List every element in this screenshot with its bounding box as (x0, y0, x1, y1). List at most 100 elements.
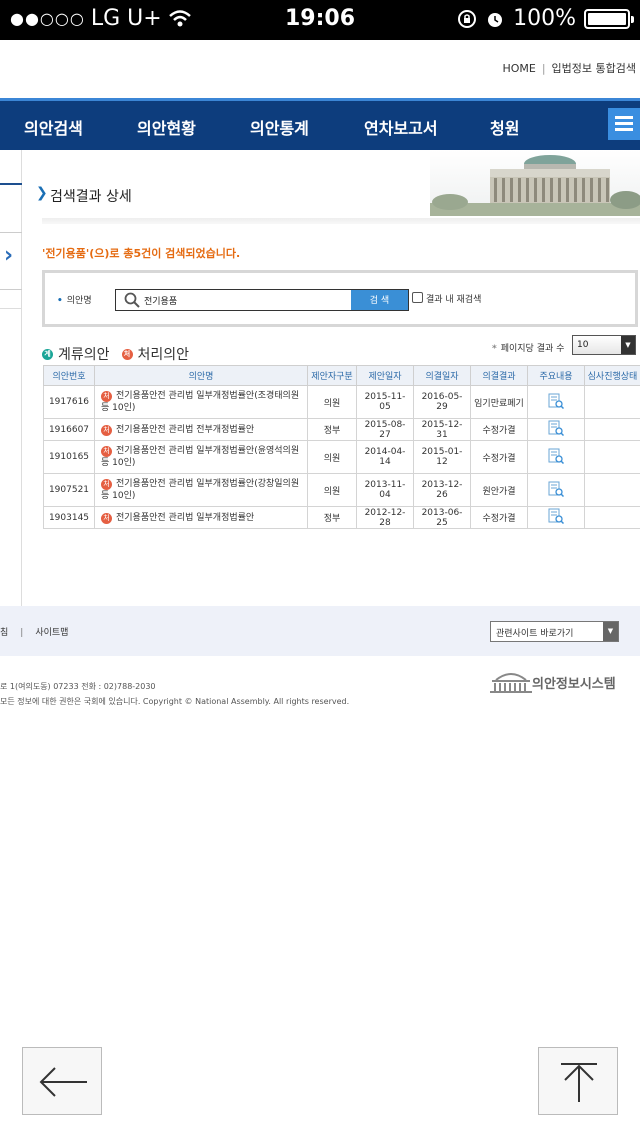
review-status (584, 506, 640, 529)
nav-item-petition[interactable]: 청원 (490, 115, 519, 139)
summary-cell (527, 473, 585, 507)
column-header: 의안명 (94, 365, 308, 386)
divider (0, 308, 22, 309)
proposed-date: 2012-12-28 (356, 506, 414, 529)
processed-badge-icon: 처 (101, 391, 112, 402)
review-status (584, 473, 640, 507)
document-search-icon[interactable] (548, 420, 564, 436)
left-panel: › (0, 150, 22, 606)
table-row: 1917616 처 전기용품안전 관리법 일부개정법률안(조경태의원 등 10인)… (43, 385, 640, 419)
per-page-select[interactable]: 10 ▼ (572, 335, 636, 355)
title-bullet-icon: ❯ (36, 185, 48, 201)
table-row: 1910165 처 전기용품안전 관리법 일부개정법률안(윤영석의원 등 10인)… (43, 440, 640, 474)
per-page-label-text: 페이지당 결과 수 (500, 344, 565, 354)
decided-date: 2016-05-29 (413, 385, 471, 419)
footer-separator: | (20, 628, 24, 638)
nav-item-bill-status[interactable]: 의안현황 (137, 115, 196, 139)
search-within-label: 결과 내 재검색 (426, 295, 482, 305)
footer-link-policy[interactable]: 침 (0, 628, 8, 638)
document-search-icon[interactable] (548, 508, 564, 524)
status-bar: ●●○○○ LG U+ 19:06 100% (0, 0, 640, 40)
footer-address: 로 1(여의도동) 07233 전화 : 02)788-2030 (0, 682, 156, 691)
proposer-type: 의원 (307, 385, 357, 419)
document-search-icon[interactable] (548, 481, 564, 497)
decided-date: 2015-01-12 (413, 440, 471, 474)
bill-name-link[interactable]: 전기용품안전 관리법 전부개정법률안 (116, 425, 254, 435)
proposed-date: 2014-04-14 (356, 440, 414, 474)
footer-copyright: 모든 정보에 대한 권한은 국회에 있습니다. Copyright © Nati… (0, 697, 350, 706)
table-row: 1916607 처 전기용품안전 관리법 전부개정법률안 정부 2015-08-2… (43, 418, 640, 441)
header-divider (42, 218, 640, 224)
bill-name-cell: 처 전기용품안전 관리법 일부개정법률안(조경태의원 등 10인) (94, 385, 308, 419)
bill-number: 1916607 (43, 418, 95, 441)
bill-name-link[interactable]: 전기용품안전 관리법 일부개정법률안(강창일의원 등 10인) (101, 479, 299, 501)
table-row: 1903145 처 전기용품안전 관리법 일부개정법률안 정부 2012-12-2… (43, 506, 640, 529)
left-panel-indicator (0, 183, 22, 185)
menu-icon[interactable] (608, 108, 640, 140)
related-sites-label: 관련사이트 바로가기 (496, 629, 574, 639)
footer-bar: 침 | 사이트맵 관련사이트 바로가기 ▼ (0, 606, 640, 656)
column-header: 의안번호 (43, 365, 95, 386)
decision-result: 수정가결 (470, 440, 528, 474)
decision-result: 임기만료폐기 (470, 385, 528, 419)
table-row: 1907521 처 전기용품안전 관리법 일부개정법률안(강창일의원 등 10인)… (43, 473, 640, 507)
summary-cell (527, 418, 585, 441)
processed-badge-icon: 처 (101, 512, 112, 524)
footer-link-sitemap[interactable]: 사이트맵 (35, 628, 68, 638)
scroll-top-button[interactable] (538, 1047, 618, 1115)
bill-number: 1917616 (43, 385, 95, 419)
footer-links: 침 | 사이트맵 (0, 625, 68, 638)
pending-badge-icon: 계 (42, 348, 53, 360)
summary-cell (527, 440, 585, 474)
search-panel: • 의안명 전기용품 검 색 결과 내 재검색 (42, 270, 638, 327)
decided-date: 2015-12-31 (413, 418, 471, 441)
summary-cell (527, 385, 585, 419)
legend-pending: 계류의안 (58, 347, 110, 363)
summary-cell (527, 506, 585, 529)
search-input[interactable]: 전기용품 (115, 289, 352, 311)
bill-name-cell: 처 전기용품안전 관리법 전부개정법률안 (94, 418, 308, 441)
nav-item-bill-statistics[interactable]: 의안통계 (250, 115, 309, 139)
processed-badge-icon: 처 (121, 348, 133, 360)
status-right: 100% (457, 6, 634, 31)
chevron-right-icon: › (4, 243, 14, 268)
result-count-message: '전기용품'(으)로 총5건이 검색되었습니다. (42, 247, 241, 260)
battery-percent: 100% (513, 6, 576, 31)
related-sites-select[interactable]: 관련사이트 바로가기 ▼ (490, 621, 619, 642)
decision-result: 원안가결 (470, 473, 528, 507)
bill-number: 1907521 (43, 473, 95, 507)
bill-name-link[interactable]: 전기용품안전 관리법 일부개정법률안(윤영석의원 등 10인) (101, 446, 299, 468)
integrated-search-link[interactable]: 입법정보 통합검색 (552, 62, 636, 75)
review-status (584, 418, 640, 441)
bill-name-link[interactable]: 전기용품안전 관리법 일부개정법률안(조경태의원 등 10인) (101, 391, 299, 413)
footer-logo: 의안정보시스템 (490, 670, 616, 694)
bill-name-link[interactable]: 전기용품안전 관리법 일부개정법률안 (116, 513, 254, 523)
document-search-icon[interactable] (548, 448, 564, 464)
main-nav: 의안검색 의안현황 의안통계 연차보고서 청원 (0, 98, 640, 150)
bill-number: 1903145 (43, 506, 95, 529)
dropdown-arrow-icon: ▼ (603, 622, 618, 641)
search-icon (124, 292, 140, 308)
nav-item-annual-report[interactable]: 연차보고서 (364, 115, 438, 139)
search-within-checkbox[interactable] (412, 292, 423, 303)
status-legend: 계 계류의안 처 처리의안 (42, 344, 189, 364)
alarm-icon (488, 12, 503, 27)
arrow-up-icon (561, 1063, 597, 1102)
logo-text: 의안정보시스템 (532, 676, 616, 692)
home-link[interactable]: HOME (502, 62, 535, 75)
rotation-lock-icon (458, 9, 477, 28)
column-header: 제안일자 (356, 365, 414, 386)
back-button[interactable] (22, 1047, 102, 1115)
left-panel-toggle[interactable]: › (0, 232, 22, 290)
search-button[interactable]: 검 색 (351, 289, 409, 311)
proposed-date: 2015-11-05 (356, 385, 414, 419)
review-status (584, 385, 640, 419)
proposer-type: 의원 (307, 473, 357, 507)
decided-date: 2013-12-26 (413, 473, 471, 507)
column-header: 심사진행상태 (584, 365, 640, 386)
dropdown-arrow-icon: ▼ (621, 336, 635, 354)
nav-item-bill-search[interactable]: 의안검색 (24, 115, 83, 139)
search-input-value: 전기용품 (144, 297, 178, 307)
document-search-icon[interactable] (548, 393, 564, 409)
column-header: 의결결과 (470, 365, 528, 386)
